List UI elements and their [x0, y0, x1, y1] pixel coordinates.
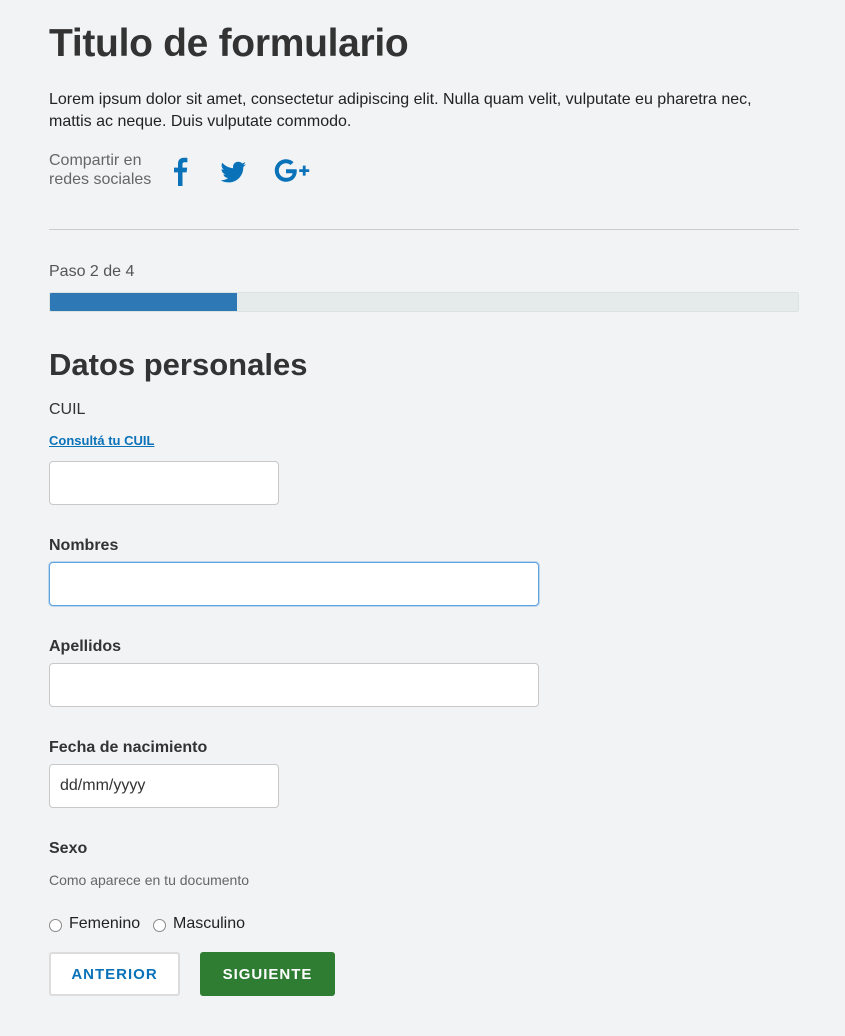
cuil-help-link[interactable]: Consultá tu CUIL	[49, 433, 154, 448]
header-divider	[49, 229, 799, 230]
share-label-line2: redes sociales	[49, 171, 152, 188]
sexo-hint: Como aparece en tu documento	[49, 872, 250, 888]
section-title: Datos personales	[49, 347, 308, 382]
previous-button[interactable]: ANTERIOR	[49, 952, 180, 996]
radio-masculino-label: Masculino	[173, 915, 246, 932]
google-plus-icon[interactable]	[272, 156, 314, 186]
share-label: Compartir en redes sociales	[49, 151, 161, 189]
sexo-radio-group: Femenino Masculino	[49, 913, 349, 935]
sexo-label: Sexo	[49, 840, 88, 857]
radio-masculino-circle[interactable]	[153, 919, 166, 932]
fecha-nacimiento-label: Fecha de nacimiento	[49, 739, 208, 756]
cuil-input[interactable]	[49, 461, 279, 505]
progress-bar	[49, 292, 799, 312]
apellidos-input[interactable]	[49, 663, 539, 707]
cuil-label: CUIL	[49, 401, 86, 418]
step-indicator: Paso 2 de 4	[49, 263, 135, 280]
page-title: Titulo de formulario	[49, 22, 409, 65]
radio-femenino-label: Femenino	[69, 915, 141, 932]
progress-bar-fill	[50, 293, 237, 311]
nombres-label: Nombres	[49, 537, 119, 554]
apellidos-label: Apellidos	[49, 638, 122, 655]
radio-femenino-circle[interactable]	[49, 919, 62, 932]
facebook-icon[interactable]	[171, 156, 189, 186]
fecha-nacimiento-input[interactable]	[49, 764, 279, 808]
share-label-line1: Compartir en	[49, 152, 142, 169]
page-description: Lorem ipsum dolor sit amet, consectetur …	[49, 91, 752, 130]
nombres-input[interactable]	[49, 562, 539, 606]
twitter-icon[interactable]	[219, 156, 247, 186]
social-share: Compartir en redes sociales	[49, 148, 349, 192]
next-button[interactable]: SIGUIENTE	[200, 952, 335, 996]
